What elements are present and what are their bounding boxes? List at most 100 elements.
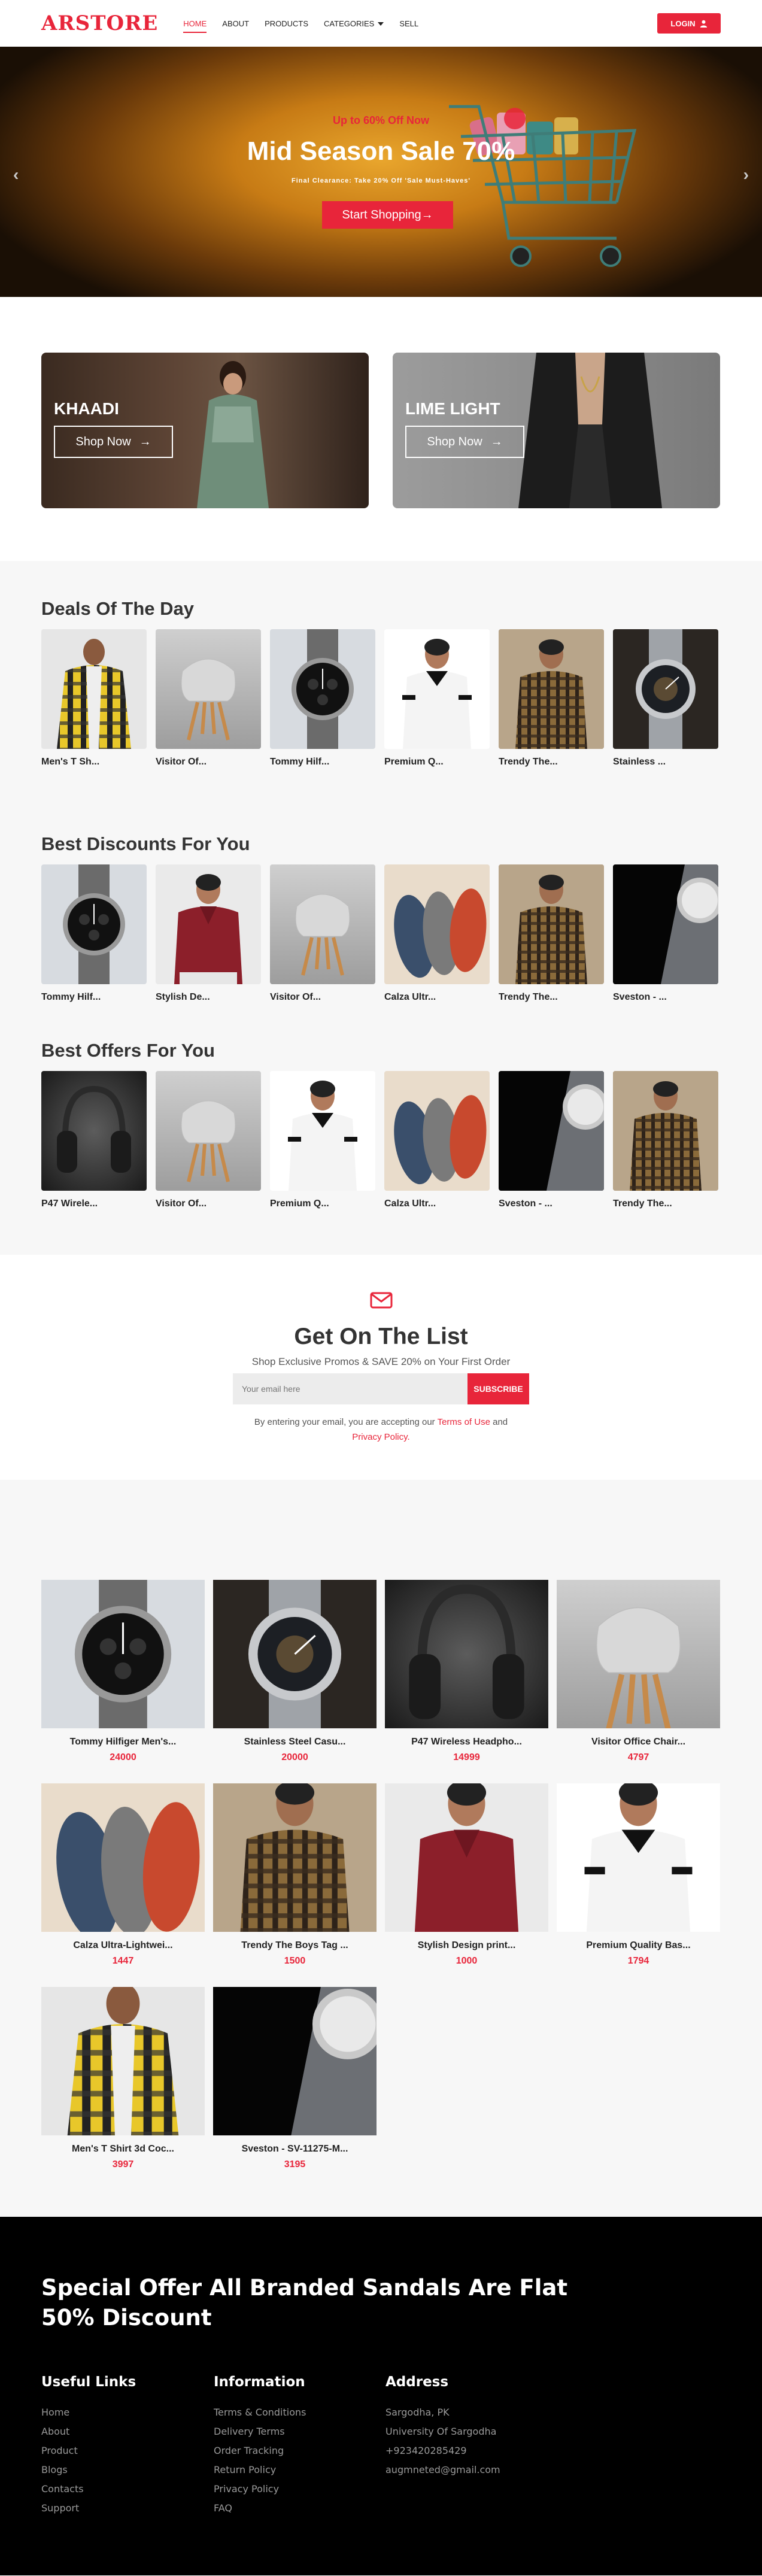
- login-label: LOGIN: [670, 19, 696, 28]
- product-price: 1500: [284, 1956, 306, 1966]
- product-card[interactable]: Men's T Shirt 3d Coc... 3997: [41, 1987, 205, 2190]
- site-header: ARSTORE HOME ABOUT PRODUCTS CATEGORIES S…: [0, 0, 762, 47]
- best-discounts: Best Discounts For You Tommy Hilf... Sty…: [41, 833, 721, 1003]
- start-shopping-button[interactable]: Start Shopping→: [322, 201, 453, 229]
- product-name: Stainless Steel Casu...: [244, 1737, 346, 1747]
- product-image[interactable]: [156, 629, 261, 749]
- subscribe-button[interactable]: SUBSCRIBE: [467, 1373, 529, 1404]
- product-image[interactable]: [384, 629, 490, 749]
- site-logo[interactable]: ARSTORE: [41, 11, 158, 35]
- shop-now-button[interactable]: Shop Now →: [54, 426, 173, 458]
- product-image[interactable]: [41, 1783, 205, 1932]
- product-name: Sveston - ...: [499, 1199, 552, 1209]
- product-image[interactable]: [613, 629, 718, 749]
- footer-link-return-policy[interactable]: Return Policy: [214, 2464, 306, 2483]
- product-card[interactable]: Visitor Of...: [270, 864, 375, 1003]
- nav-products[interactable]: PRODUCTS: [265, 14, 308, 33]
- product-image[interactable]: [385, 1580, 548, 1728]
- product-image[interactable]: [41, 629, 147, 749]
- product-image[interactable]: [213, 1783, 377, 1932]
- footer-link-support[interactable]: Support: [41, 2502, 136, 2522]
- product-image[interactable]: [384, 864, 490, 984]
- product-price: 1447: [112, 1956, 134, 1966]
- product-card[interactable]: Calza Ultr...: [384, 864, 490, 1003]
- product-card[interactable]: Stainless ...: [613, 629, 718, 767]
- footer-address-university: University Of Sargodha: [385, 2426, 497, 2437]
- footer-link-delivery[interactable]: Delivery Terms: [214, 2426, 306, 2445]
- product-card[interactable]: Premium Q...: [384, 629, 490, 767]
- nav-sell[interactable]: SELL: [399, 14, 418, 33]
- product-image[interactable]: [156, 1071, 261, 1191]
- footer-link-order-tracking[interactable]: Order Tracking: [214, 2445, 306, 2464]
- footer-link-about[interactable]: About: [41, 2426, 136, 2445]
- product-card[interactable]: P47 Wirele...: [41, 1071, 147, 1209]
- product-image[interactable]: [613, 1071, 718, 1191]
- terms-of-use-link[interactable]: Terms of Use: [438, 1417, 490, 1427]
- newsletter-subtitle: Shop Exclusive Promos & SAVE 20% on Your…: [251, 1356, 511, 1367]
- product-image[interactable]: [270, 1071, 375, 1191]
- footer-phone[interactable]: +923420285429: [385, 2445, 500, 2464]
- product-card[interactable]: Stainless Steel Casu... 20000: [213, 1580, 377, 1783]
- brand-card-lime-light[interactable]: LIME LIGHT Shop Now →: [393, 353, 720, 508]
- product-card[interactable]: Stylish Design print... 1000: [385, 1783, 548, 1987]
- product-image[interactable]: [41, 864, 147, 984]
- footer-link-faq[interactable]: FAQ: [214, 2502, 306, 2522]
- nav-about[interactable]: ABOUT: [222, 14, 249, 33]
- product-card[interactable]: Calza Ultr...: [384, 1071, 490, 1209]
- product-card[interactable]: Premium Q...: [270, 1071, 375, 1209]
- shop-now-button[interactable]: Shop Now →: [405, 426, 524, 458]
- product-card[interactable]: Calza Ultra-Lightwei... 1447: [41, 1783, 205, 1987]
- product-card[interactable]: Trendy The...: [613, 1071, 718, 1209]
- product-card[interactable]: P47 Wireless Headpho... 14999: [385, 1580, 548, 1783]
- email-field[interactable]: [233, 1373, 467, 1404]
- nav-home[interactable]: HOME: [183, 14, 207, 33]
- footer-link-terms[interactable]: Terms & Conditions: [214, 2407, 306, 2426]
- product-card[interactable]: Sveston - SV-11275-M... 3195: [213, 1987, 377, 2190]
- product-image[interactable]: [156, 864, 261, 984]
- product-card[interactable]: Sveston - ...: [613, 864, 718, 1003]
- product-card[interactable]: Tommy Hilfiger Men's... 24000: [41, 1580, 205, 1783]
- brand-card-khaadi[interactable]: KHAADI Shop Now →: [41, 353, 369, 508]
- product-card[interactable]: Visitor Of...: [156, 1071, 261, 1209]
- nav-categories[interactable]: CATEGORIES: [324, 14, 384, 33]
- product-card[interactable]: Premium Quality Bas... 1794: [557, 1783, 720, 1987]
- chevron-down-icon: [378, 22, 384, 26]
- privacy-policy-link[interactable]: Privacy Policy.: [352, 1432, 409, 1442]
- product-image[interactable]: [557, 1783, 720, 1932]
- footer-link-contacts[interactable]: Contacts: [41, 2483, 136, 2502]
- product-card[interactable]: Visitor Of...: [156, 629, 261, 767]
- product-card[interactable]: Tommy Hilf...: [270, 629, 375, 767]
- product-image[interactable]: [41, 1071, 147, 1191]
- product-card[interactable]: Tommy Hilf...: [41, 864, 147, 1003]
- footer-email[interactable]: augmneted@gmail.com: [385, 2464, 500, 2483]
- product-name: P47 Wireless Headpho...: [411, 1737, 522, 1747]
- product-image[interactable]: [41, 1987, 205, 2135]
- footer-link-privacy-policy[interactable]: Privacy Policy: [214, 2483, 306, 2502]
- login-button[interactable]: LOGIN: [657, 13, 721, 34]
- product-image[interactable]: [557, 1580, 720, 1728]
- footer-link-product[interactable]: Product: [41, 2445, 136, 2464]
- product-card[interactable]: Visitor Office Chair... 4797: [557, 1580, 720, 1783]
- product-card[interactable]: Trendy The...: [499, 864, 604, 1003]
- product-image[interactable]: [213, 1987, 377, 2135]
- product-card[interactable]: Men's T Sh...: [41, 629, 147, 767]
- product-image[interactable]: [384, 1071, 490, 1191]
- product-card[interactable]: Sveston - ...: [499, 1071, 604, 1209]
- product-image[interactable]: [270, 629, 375, 749]
- product-image[interactable]: [213, 1580, 377, 1728]
- product-image[interactable]: [499, 1071, 604, 1191]
- footer-link-home[interactable]: Home: [41, 2407, 136, 2426]
- product-name: Premium Q...: [384, 757, 444, 767]
- product-card[interactable]: Stylish De...: [156, 864, 261, 1003]
- product-image[interactable]: [41, 1580, 205, 1728]
- product-card[interactable]: Trendy The Boys Tag ... 1500: [213, 1783, 377, 1987]
- product-image[interactable]: [270, 864, 375, 984]
- product-image[interactable]: [499, 629, 604, 749]
- product-name: Men's T Sh...: [41, 757, 100, 767]
- product-card[interactable]: Trendy The...: [499, 629, 604, 767]
- footer-link-blogs[interactable]: Blogs: [41, 2464, 136, 2483]
- footer-column-title: Address: [385, 2374, 449, 2390]
- product-image[interactable]: [385, 1783, 548, 1932]
- product-image[interactable]: [499, 864, 604, 984]
- product-image[interactable]: [613, 864, 718, 984]
